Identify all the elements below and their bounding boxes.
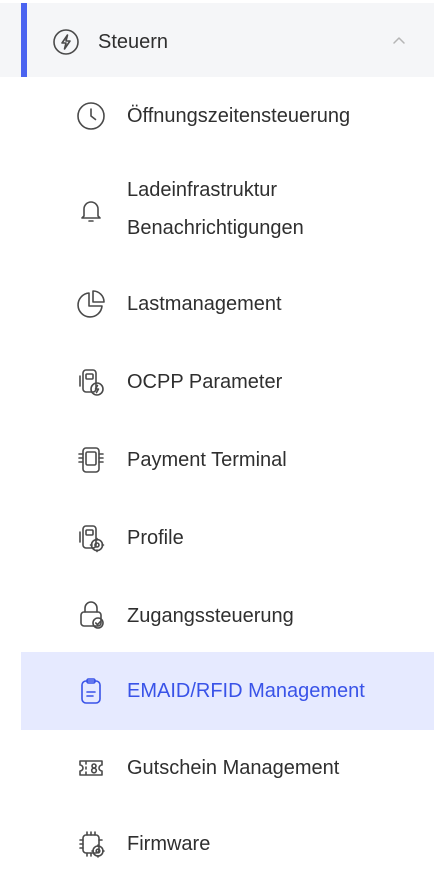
nav-item-ladeinfrastruktur-benachrichtigungen[interactable]: Ladeinfrastruktur Benachrichtigungen	[21, 164, 434, 256]
nav-item-lastmanagement[interactable]: Lastmanagement	[21, 266, 434, 342]
clock-icon	[75, 100, 107, 132]
nav-item-profile[interactable]: Profile	[21, 500, 434, 576]
nav-item-payment-terminal[interactable]: Payment Terminal	[21, 422, 434, 498]
nav-item-label: Gutschein Management	[127, 757, 340, 779]
nav-item-emaid-rfid-management[interactable]: EMAID/RFID Management	[21, 652, 434, 730]
bolt-circle-icon	[52, 28, 80, 56]
nav-item-label: Payment Terminal	[127, 449, 287, 471]
nav-item-zugangssteuerung[interactable]: Zugangssteuerung	[21, 578, 434, 654]
chevron-up-icon[interactable]	[390, 33, 408, 47]
charger-gear-icon	[75, 522, 107, 554]
nav-group-label: Steuern	[98, 31, 169, 53]
chip-gear-icon	[75, 828, 107, 860]
nav-item-label: Öffnungszeitensteuerung	[127, 105, 351, 127]
nav-item-label-line-2: Benachrichtigungen	[127, 217, 304, 239]
nav-item-label: Zugangssteuerung	[127, 605, 294, 627]
lock-check-icon	[75, 598, 107, 630]
nav-group-steuern[interactable]: Steuern	[0, 3, 434, 77]
nav-item-label: Profile	[127, 527, 184, 549]
active-group-indicator	[21, 3, 27, 77]
charger-bolt-icon	[75, 366, 107, 398]
nav-item-label: Lastmanagement	[127, 293, 282, 315]
nav-item-oeffnungszeitensteuerung[interactable]: Öffnungszeitensteuerung	[21, 78, 434, 154]
nav-item-gutschein-management[interactable]: Gutschein Management	[21, 730, 434, 806]
payment-terminal-icon	[75, 444, 107, 476]
bell-icon	[75, 194, 107, 226]
clipboard-icon	[75, 675, 107, 707]
nav-item-label: EMAID/RFID Management	[127, 680, 365, 702]
nav-item-label: Firmware	[127, 833, 211, 855]
nav-item-ocpp-parameter[interactable]: OCPP Parameter	[21, 344, 434, 420]
sidebar-nav: Steuern Öffnungszeitensteuerung Ladeinfr…	[0, 0, 434, 875]
pie-chart-icon	[75, 288, 107, 320]
voucher-icon	[75, 752, 107, 784]
nav-item-label: OCPP Parameter	[127, 371, 283, 393]
nav-item-label-line-1: Ladeinfrastruktur	[127, 179, 278, 201]
nav-item-firmware[interactable]: Firmware	[21, 808, 434, 875]
